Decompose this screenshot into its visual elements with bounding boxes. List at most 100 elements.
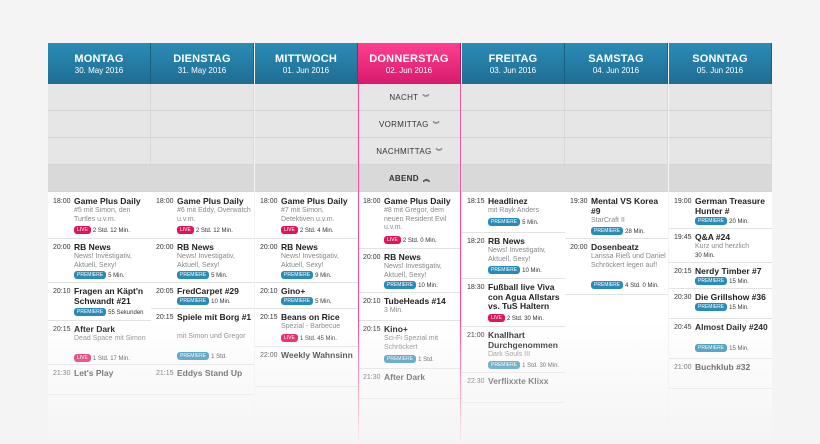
list-item[interactable]: 20:10 Fragen an Käpt'n Schwandt #21 PREM… xyxy=(48,283,151,321)
list-item[interactable]: 20:30 Die Grillshow #36 PREMIERE 15 Min. xyxy=(669,289,772,319)
day-name: SONNTAG xyxy=(692,53,748,65)
band-abend xyxy=(565,165,668,192)
event-time: 20:30 xyxy=(674,294,692,301)
event-duration: 1 Std. xyxy=(418,357,434,363)
event-time: 18:00 xyxy=(260,198,278,205)
event-title: Fußball live Viva con Agua Allstars vs. … xyxy=(488,282,560,311)
band-nachmittag xyxy=(151,138,254,165)
event-title: RB News xyxy=(177,242,214,252)
day-date: 30. May 2016 xyxy=(74,66,124,75)
event-duration: 2 Std. 4 Min. xyxy=(299,228,334,234)
band-nacht xyxy=(565,84,668,111)
day-header-wednesday[interactable]: MITTWOCH 01. Jun 2016 xyxy=(255,43,358,84)
event-list: 18:00 Game Plus Daily #5 mit Simon, den … xyxy=(48,193,151,395)
event-duration: 10 Min. xyxy=(522,268,542,274)
event-title: Fragen an Käpt'n Schwandt #21 xyxy=(74,286,144,306)
event-time: 19:45 xyxy=(674,234,692,241)
list-item[interactable]: 20:15 Beans on Rice Spezial - Barbecue L… xyxy=(255,309,358,347)
list-item[interactable]: 18:00 Game Plus Daily #7 mit Simon, Dete… xyxy=(255,193,358,239)
band-abend xyxy=(48,165,151,192)
list-item[interactable]: 20:15 Nerdy Timber #7 PREMIERE 15 Min. xyxy=(669,263,772,289)
day-column-friday: FREITAG 03. Jun 2016 18:15 Headlinez mit… xyxy=(462,43,565,444)
period-toggle-nacht[interactable]: NACHT ︾ xyxy=(358,93,461,103)
live-badge: LIVE xyxy=(74,354,91,362)
event-time: 20:15 xyxy=(363,326,381,333)
premiere-badge: PREMIERE xyxy=(177,352,210,360)
list-item[interactable]: 19:45 Q&A #24 Kurz und herzlich 30 Min. xyxy=(669,229,772,263)
list-item[interactable]: 20:00 Dosenbeatz Larissa Rieß und Daniel… xyxy=(565,239,668,295)
event-title: Kino+ xyxy=(384,324,408,334)
event-title: Verflixxte Klixx xyxy=(488,376,549,386)
list-item[interactable]: 21:30 After Dark xyxy=(358,369,461,399)
event-duration: 10 Min. xyxy=(211,299,231,305)
event-time: 20:00 xyxy=(53,244,71,251)
day-column-tuesday: DIENSTAG 31. May 2016 18:00 Game Plus Da… xyxy=(151,43,254,444)
list-item[interactable]: 21:00 Buchklub #32 xyxy=(669,359,772,389)
list-item[interactable]: 20:15 After Dark Dead Space mit Simon LI… xyxy=(48,321,151,365)
list-item[interactable]: 22:30 Verflixxte Klixx xyxy=(462,373,565,403)
period-toggle-vormittag[interactable]: VORMITTAG ︾ xyxy=(358,120,461,130)
list-item[interactable]: 20:15 Kino+ Sci-Fi Spezial mit Schröcker… xyxy=(358,321,461,369)
event-time: 20:15 xyxy=(674,268,692,275)
event-subtitle: News! Investigativ, Aktuell, Sexy! xyxy=(177,253,235,269)
event-badge-row: PREMIERE 9 Min. xyxy=(281,271,331,279)
list-item[interactable]: 20:00 RB News News! Investigativ, Aktuel… xyxy=(255,239,358,283)
list-item[interactable]: 18:20 RB News News! Investigativ, Aktuel… xyxy=(462,233,565,279)
list-item[interactable]: 20:45 Almost Daily #240 PREMIERE 15 Min. xyxy=(669,319,772,359)
band-nachmittag xyxy=(669,138,772,165)
event-badge-row: 30 Min. xyxy=(695,253,715,259)
schedule-grid: MONTAG 30. May 2016 18:00 Game Plus Dail… xyxy=(48,43,772,444)
event-title: Game Plus Daily xyxy=(74,196,141,206)
band-nacht xyxy=(255,84,358,111)
event-title: Mental VS Korea #9 xyxy=(591,196,659,216)
chevron-down-icon: ︾ xyxy=(432,122,440,129)
event-time: 22:30 xyxy=(467,378,485,385)
list-item[interactable]: 20:00 RB News News! Investigativ, Aktuel… xyxy=(151,239,254,283)
list-item[interactable]: 21:30 Let's Play xyxy=(48,365,151,395)
list-item[interactable]: 20:15 Spiele mit Borg #1 mit Simon und G… xyxy=(151,309,254,365)
period-toggle-nachmittag[interactable]: NACHMITTAG ︾ xyxy=(358,147,461,157)
event-duration: 20 Min. xyxy=(729,219,749,225)
premiere-badge: PREMIERE xyxy=(488,218,521,226)
list-item[interactable]: 21:15 Eddys Stand Up xyxy=(151,365,254,395)
day-header-sunday[interactable]: SONNTAG 05. Jun 2016 xyxy=(669,43,772,84)
event-subtitle: Dead Space mit Simon xyxy=(74,335,146,342)
day-header-monday[interactable]: MONTAG 30. May 2016 xyxy=(48,43,151,84)
live-badge: LIVE xyxy=(281,226,298,234)
list-item[interactable]: 18:15 Headlinez mit Rayk Anders PREMIERE… xyxy=(462,193,565,233)
event-badge-row: PREMIERE 1 Std. xyxy=(177,352,227,360)
event-badge-row: PREMIERE 28 Min. xyxy=(591,227,645,235)
list-item[interactable]: 18:00 Game Plus Daily #6 mit Eddy, Overw… xyxy=(151,193,254,239)
day-header-saturday[interactable]: SAMSTAG 04. Jun 2016 xyxy=(565,43,668,84)
list-item[interactable]: 20:00 RB News News! Investigativ, Aktuel… xyxy=(358,249,461,293)
list-item[interactable]: 20:00 RB News News! Investigativ, Aktuel… xyxy=(48,239,151,283)
event-badge-row: PREMIERE 5 Min. xyxy=(488,218,538,226)
premiere-badge: PREMIERE xyxy=(591,227,624,235)
day-header-tuesday[interactable]: DIENSTAG 31. May 2016 xyxy=(151,43,254,84)
list-item[interactable]: 20:10 Gino+ PREMIERE 5 Min. xyxy=(255,283,358,309)
day-header-friday[interactable]: FREITAG 03. Jun 2016 xyxy=(462,43,565,84)
event-badge-row: PREMIERE 10 Min. xyxy=(384,281,438,289)
list-item[interactable]: 19:30 Mental VS Korea #9 StarCraft II PR… xyxy=(565,193,668,239)
list-item[interactable]: 18:00 Game Plus Daily #5 mit Simon, den … xyxy=(48,193,151,239)
period-toggle-abend[interactable]: ABEND ︽ xyxy=(358,174,461,184)
premiere-badge: PREMIERE xyxy=(74,308,107,316)
list-item[interactable]: 19:00 German Treasure Hunter # PREMIERE 2… xyxy=(669,193,772,229)
band-nachmittag xyxy=(48,138,151,165)
day-column-thursday: DONNERSTAG 02. Jun 2016 18:00 Game Plus … xyxy=(358,43,461,444)
day-date: 04. Jun 2016 xyxy=(592,66,640,75)
day-header-thursday[interactable]: DONNERSTAG 02. Jun 2016 xyxy=(358,43,461,84)
event-subtitle: mit Rayk Anders xyxy=(488,207,539,214)
list-item[interactable]: 18:30 Fußball live Viva con Agua Allstar… xyxy=(462,279,565,327)
premiere-badge: PREMIERE xyxy=(384,355,417,363)
list-item[interactable]: 18:00 Game Plus Daily #8 mit Gregor, dem… xyxy=(358,193,461,249)
live-badge: LIVE xyxy=(384,236,401,244)
event-title: TubeHeads #14 xyxy=(384,296,446,306)
event-time: 20:10 xyxy=(363,298,381,305)
list-item[interactable]: 20:05 FredCarpet #29 PREMIERE 10 Min. xyxy=(151,283,254,309)
list-item[interactable]: 20:10 TubeHeads #14 3 Min. xyxy=(358,293,461,321)
event-time: 20:00 xyxy=(363,254,381,261)
list-item[interactable]: 21:00 Knallhart Durchgenommen Dark Souls… xyxy=(462,327,565,373)
list-item[interactable]: 22:00 Weekly Wahnsinn xyxy=(255,347,358,387)
day-column-sunday: SONNTAG 05. Jun 2016 19:00 German Treasu… xyxy=(669,43,772,444)
